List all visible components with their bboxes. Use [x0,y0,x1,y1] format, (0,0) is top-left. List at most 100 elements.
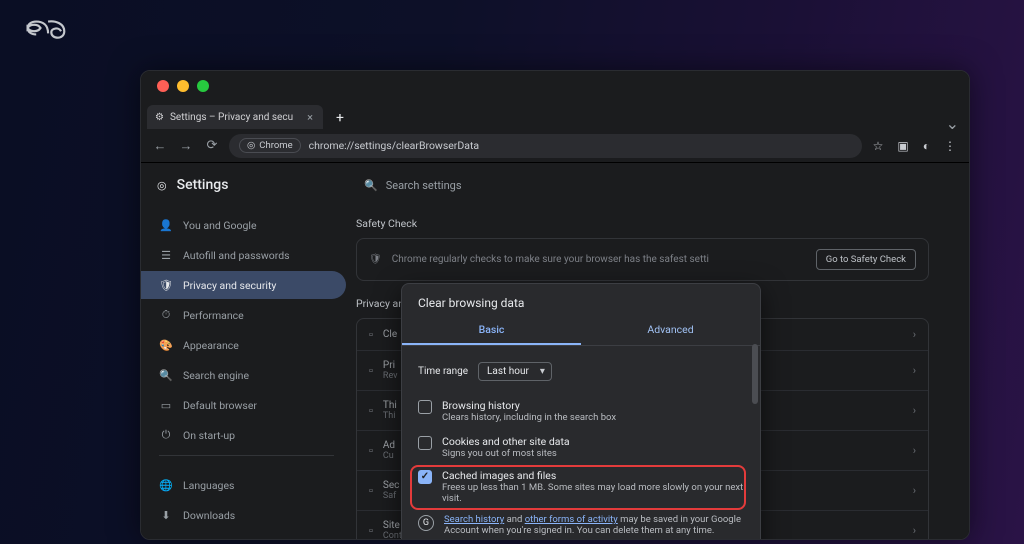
gear-icon: ⚙ [155,112,164,123]
dialog-title: Clear browsing data [402,284,760,316]
row-icon: ▫ [369,444,373,457]
settings-search[interactable]: 🔍 Search settings [346,179,462,192]
safety-check-desc: Chrome regularly checks to make sure you… [392,254,709,265]
address-bar[interactable]: ◎ Chrome chrome://settings/clearBrowserD… [229,134,862,158]
browser-tab-settings[interactable]: ⚙ Settings – Privacy and secu × [147,105,323,129]
extension-icon-2[interactable]: ◐ [920,139,933,153]
tab-advanced[interactable]: Advanced [581,316,760,345]
forward-button[interactable]: → [177,138,195,154]
shield-icon: 🛡 [159,279,173,292]
tab-basic[interactable]: Basic [402,316,581,345]
google-icon: G [418,515,434,531]
browser-icon: ▭ [159,399,173,412]
close-tab-button[interactable]: × [307,111,313,124]
time-range-select[interactable]: Last hour [478,362,552,381]
sidebar-item-privacy-and-security[interactable]: 🛡 Privacy and security [141,271,346,299]
sidebar-item-label: Search engine [183,369,249,382]
sidebar-item-search-engine[interactable]: 🔍 Search engine [141,361,346,389]
url-text: chrome://settings/clearBrowserData [309,139,479,152]
back-button[interactable]: ← [151,138,169,154]
brand-logo [20,14,74,45]
time-range-value: Last hour [487,366,529,377]
option-cached-images[interactable]: Cached images and files Frees up less th… [418,465,744,510]
window-titlebar [141,71,969,101]
sidebar-item-label: You and Google [183,219,257,232]
checkbox-cookies[interactable] [418,436,432,450]
menu-button[interactable]: ⋮ [941,139,959,153]
tab-overflow-button[interactable]: ⌄ [946,119,959,129]
sidebar-item-label: Privacy and security [183,279,276,292]
shield-icon: 🛡 [369,254,382,265]
chevron-right-icon: › [913,404,916,417]
new-tab-button[interactable]: + [329,107,351,129]
sidebar-item-autofill-and-passwords[interactable]: ☰Autofill and passwords [141,241,346,269]
option-sub: Signs you out of most sites [442,448,570,459]
toolbar: ← → ⟳ ◎ Chrome chrome://settings/clearBr… [141,129,969,163]
extension-icon-1[interactable]: ▣ [894,139,911,153]
site-chip-label: Chrome [259,140,292,151]
sidebar-item-languages[interactable]: 🌐 Languages [141,471,346,499]
clear-browsing-data-dialog: Clear browsing data Basic Advanced Time … [401,283,761,540]
settings-sidebar: 👤 You and Google ☰Autofill and passwords 🛡 P… [141,163,346,539]
google-account-info: G Search history and other forms of acti… [418,510,744,538]
sidebar-item-label: On start-up [183,429,235,442]
chevron-right-icon: › [913,484,916,497]
checkbox-browsing-history[interactable] [418,400,432,414]
safety-check-heading: Safety Check [356,217,929,230]
accessibility-icon: ♿ [159,539,173,541]
sidebar-item-label: Languages [183,479,234,492]
chrome-icon: ◎ [247,140,255,151]
sidebar-item-performance[interactable]: ⏱ Performance [141,301,346,329]
search-history-link[interactable]: Search history [444,514,504,525]
search-icon: 🔍 [159,369,173,382]
close-window-button[interactable] [157,80,169,92]
option-sub: Clears history, including in the search … [442,412,616,423]
performance-icon: ⏱ [159,308,173,322]
appearance-icon: 🎨 [159,339,173,352]
search-icon: 🔍 [364,179,378,192]
row-icon: ▫ [369,328,373,341]
tab-title: Settings – Privacy and secu [170,112,293,123]
sidebar-item-label: Appearance [183,339,239,352]
settings-page: ◎ Settings 🔍 Search settings 👤 You and Go… [141,163,969,539]
row-icon: ▫ [369,484,373,497]
checkbox-cached-images[interactable] [418,470,432,484]
sidebar-item-on-start-up[interactable]: ⏻ On start-up [141,421,346,449]
power-icon: ⏻ [159,428,173,442]
sidebar-item-default-browser[interactable]: ▭ Default browser [141,391,346,419]
minimize-window-button[interactable] [177,80,189,92]
browser-window: ⚙ Settings – Privacy and secu × + ⌄ ← → … [140,70,970,540]
dialog-scrollbar[interactable] [752,340,758,540]
reload-button[interactable]: ⟳ [203,138,221,153]
bookmark-button[interactable]: ☆ [870,139,887,153]
go-to-safety-check-button[interactable]: Go to Safety Check [816,249,916,270]
sidebar-item-you-and-google[interactable]: 👤 You and Google [141,211,346,239]
option-label: Browsing history [442,399,616,412]
globe-icon: 🌐 [159,479,173,492]
safety-check-card: 🛡 Chrome regularly checks to make sure y… [356,238,929,281]
page-title: Settings [177,177,229,193]
option-sub: Frees up less than 1 MB. Some sites may … [442,482,744,504]
settings-header: ◎ Settings 🔍 Search settings [141,163,969,207]
row-icon: ▫ [369,404,373,417]
dialog-tabs: Basic Advanced [402,316,760,346]
sidebar-item-label: Performance [183,309,244,322]
person-icon: 👤 [159,219,173,232]
chevron-right-icon: › [913,364,916,377]
sidebar-item-downloads[interactable]: ⬇ Downloads [141,501,346,529]
option-browsing-history[interactable]: Browsing history Clears history, includi… [418,393,744,429]
sidebar-item-label: Accessibility [183,539,242,541]
option-label: Cached images and files [442,469,744,482]
sidebar-item-appearance[interactable]: 🎨 Appearance [141,331,346,359]
other-activity-link[interactable]: other forms of activity [525,514,618,525]
site-chip[interactable]: ◎ Chrome [239,138,301,153]
chevron-right-icon: › [913,444,916,457]
sidebar-item-accessibility[interactable]: ♿ Accessibility [141,531,346,540]
maximize-window-button[interactable] [197,80,209,92]
option-cookies[interactable]: Cookies and other site data Signs you ou… [418,429,744,465]
sidebar-item-label: Downloads [183,509,235,522]
row-icon: ▫ [369,524,373,537]
download-icon: ⬇ [159,509,173,522]
sidebar-item-label: Default browser [183,399,257,412]
sidebar-item-label: Autofill and passwords [183,249,290,262]
